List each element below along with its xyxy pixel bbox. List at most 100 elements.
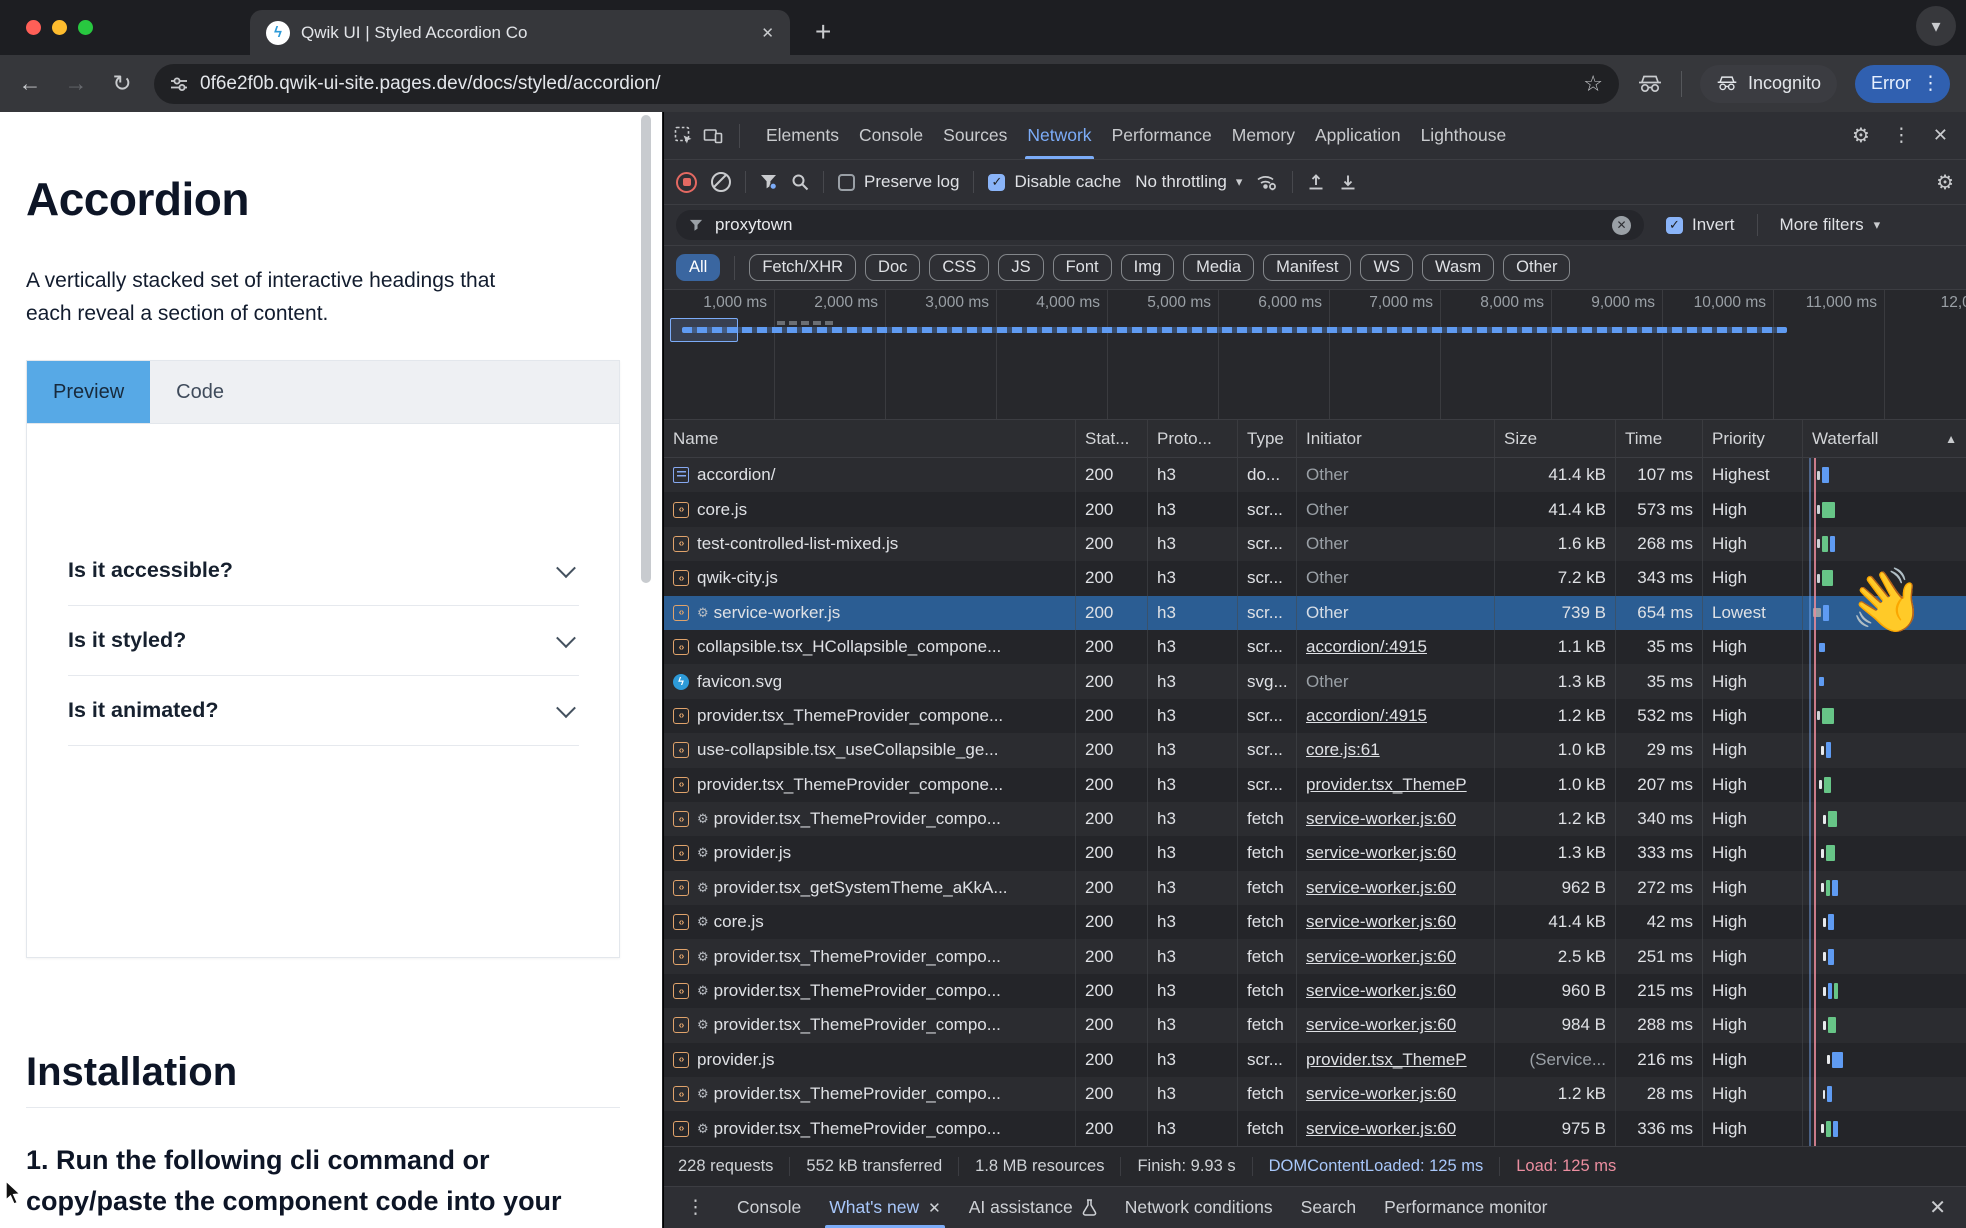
filter-chip-doc[interactable]: Doc xyxy=(865,254,920,281)
accordion-item-is-it-styled[interactable]: Is it styled? xyxy=(68,606,579,676)
col-name[interactable]: Name xyxy=(664,420,1076,457)
drawer-kebab-icon[interactable]: ⋮ xyxy=(676,1196,715,1219)
export-har-icon[interactable] xyxy=(1339,173,1357,191)
invert-checkbox[interactable]: ✓ xyxy=(1666,217,1683,234)
network-overview-timeline[interactable]: 1,000 ms2,000 ms3,000 ms4,000 ms5,000 ms… xyxy=(664,290,1966,420)
tab-close-icon[interactable]: ✕ xyxy=(761,24,774,42)
settings-gear-icon[interactable]: ⚙ xyxy=(1852,123,1870,148)
network-request-row[interactable]: ‹›collapsible.tsx_HCollapsible_compone..… xyxy=(664,630,1966,664)
request-initiator-text[interactable]: service-worker.js:60 xyxy=(1306,1084,1456,1104)
col-size[interactable]: Size xyxy=(1495,420,1616,457)
devtools-tab-network[interactable]: Network xyxy=(1017,112,1101,159)
clear-network-log-icon[interactable] xyxy=(711,172,731,192)
col-protocol[interactable]: Proto... xyxy=(1148,420,1238,457)
devtools-tab-lighthouse[interactable]: Lighthouse xyxy=(1411,112,1517,159)
devtools-tab-elements[interactable]: Elements xyxy=(756,112,849,159)
network-request-row[interactable]: ‹›⚙provider.tsx_ThemeProvider_compo...20… xyxy=(664,974,1966,1008)
network-request-row[interactable]: ‹›⚙provider.tsx_ThemeProvider_compo...20… xyxy=(664,1008,1966,1042)
browser-tab[interactable]: ϟ Qwik UI | Styled Accordion Co ✕ xyxy=(250,10,790,55)
filter-chip-ws[interactable]: WS xyxy=(1360,254,1413,281)
devtools-tab-performance[interactable]: Performance xyxy=(1102,112,1222,159)
tab-preview[interactable]: Preview xyxy=(27,361,150,423)
network-request-row[interactable]: ‹›core.js200h3scr...Other41.4 kB573 msHi… xyxy=(664,492,1966,526)
network-request-row[interactable]: ‹›⚙service-worker.js200h3scr...Other739 … xyxy=(664,596,1966,630)
url-text[interactable]: 0f6e2f0b.qwik-ui-site.pages.dev/docs/sty… xyxy=(200,73,1571,95)
network-request-row[interactable]: ‹›⚙provider.js200h3fetchservice-worker.j… xyxy=(664,836,1966,870)
tab-code[interactable]: Code xyxy=(150,361,250,423)
drawer-tab-ai-assistance[interactable]: AI assistance xyxy=(955,1187,1111,1228)
site-settings-icon[interactable] xyxy=(170,75,188,93)
col-priority[interactable]: Priority xyxy=(1703,420,1803,457)
request-initiator-text[interactable]: service-worker.js:60 xyxy=(1306,1015,1456,1035)
network-request-row[interactable]: ‹›⚙provider.tsx_getSystemTheme_aKkA...20… xyxy=(664,871,1966,905)
col-waterfall[interactable]: Waterfall ▲ xyxy=(1803,420,1966,457)
devtools-tab-application[interactable]: Application xyxy=(1305,112,1411,159)
reload-icon[interactable]: ↻ xyxy=(108,70,136,97)
request-initiator-text[interactable]: service-worker.js:60 xyxy=(1306,843,1456,863)
request-initiator-text[interactable]: provider.tsx_ThemeP xyxy=(1306,775,1467,795)
filter-chip-font[interactable]: Font xyxy=(1053,254,1112,281)
page-scrollbar-thumb[interactable] xyxy=(641,115,651,583)
request-initiator-text[interactable]: service-worker.js:60 xyxy=(1306,878,1456,898)
request-initiator-text[interactable]: provider.tsx_ThemeP xyxy=(1306,1050,1467,1070)
more-filters-dropdown[interactable]: More filters ▾ xyxy=(1780,215,1881,235)
request-initiator-text[interactable]: service-worker.js:60 xyxy=(1306,1119,1456,1139)
drawer-tab-console[interactable]: Console xyxy=(723,1187,815,1228)
network-request-row[interactable]: ‹›test-controlled-list-mixed.js200h3scr.… xyxy=(664,527,1966,561)
browser-menu-kebab-icon[interactable]: ⋮ xyxy=(1921,72,1940,95)
search-icon[interactable] xyxy=(791,173,809,191)
filter-chip-js[interactable]: JS xyxy=(998,254,1043,281)
incognito-profile-chip[interactable]: Incognito xyxy=(1700,65,1837,103)
filter-input[interactable]: proxytown ✕ xyxy=(676,210,1644,240)
request-initiator-text[interactable]: service-worker.js:60 xyxy=(1306,947,1456,967)
accordion-item-is-it-accessible[interactable]: Is it accessible? xyxy=(68,536,579,606)
filter-chip-all[interactable]: All xyxy=(676,254,720,281)
more-options-kebab-icon[interactable]: ⋮ xyxy=(1892,124,1911,147)
accordion-item-is-it-animated[interactable]: Is it animated? xyxy=(68,676,579,746)
request-initiator-text[interactable]: accordion/:4915 xyxy=(1306,637,1427,657)
network-request-row[interactable]: ‹›provider.tsx_ThemeProvider_compone...2… xyxy=(664,699,1966,733)
back-icon[interactable]: ← xyxy=(16,70,44,97)
bookmark-star-icon[interactable]: ☆ xyxy=(1583,71,1603,97)
minimize-window-button[interactable] xyxy=(52,20,67,35)
maximize-window-button[interactable] xyxy=(78,20,93,35)
request-initiator-text[interactable]: service-worker.js:60 xyxy=(1306,912,1456,932)
filter-chip-img[interactable]: Img xyxy=(1121,254,1175,281)
filter-chip-wasm[interactable]: Wasm xyxy=(1422,254,1494,281)
devtools-tab-sources[interactable]: Sources xyxy=(933,112,1017,159)
network-conditions-icon[interactable] xyxy=(1256,173,1278,191)
request-initiator-text[interactable]: accordion/:4915 xyxy=(1306,706,1427,726)
address-bar[interactable]: 0f6e2f0b.qwik-ui-site.pages.dev/docs/sty… xyxy=(154,64,1619,104)
disable-cache-control[interactable]: ✓ Disable cache xyxy=(988,172,1121,192)
preserve-log-checkbox[interactable] xyxy=(838,174,855,191)
filter-chip-manifest[interactable]: Manifest xyxy=(1263,254,1351,281)
network-request-row[interactable]: ‹›⚙provider.tsx_ThemeProvider_compo...20… xyxy=(664,1111,1966,1145)
filter-chip-media[interactable]: Media xyxy=(1183,254,1254,281)
throttling-select[interactable]: No throttling ▾ xyxy=(1135,172,1242,192)
devtools-tab-console[interactable]: Console xyxy=(849,112,933,159)
close-window-button[interactable] xyxy=(26,20,41,35)
clear-filter-icon[interactable]: ✕ xyxy=(1612,216,1631,235)
drawer-tab-search[interactable]: Search xyxy=(1287,1187,1370,1228)
network-request-row[interactable]: accordion/200h3do...Other41.4 kB107 msHi… xyxy=(664,458,1966,492)
col-status[interactable]: Stat... xyxy=(1076,420,1148,457)
device-toolbar-icon[interactable] xyxy=(703,127,723,145)
forward-icon[interactable]: → xyxy=(62,70,90,97)
drawer-tab-what-s-new[interactable]: What's new✕ xyxy=(815,1187,954,1228)
col-initiator[interactable]: Initiator xyxy=(1297,420,1495,457)
drawer-tab-network-conditions[interactable]: Network conditions xyxy=(1111,1187,1287,1228)
network-request-row[interactable]: ‹›provider.tsx_ThemeProvider_compone...2… xyxy=(664,768,1966,802)
request-initiator-text[interactable]: service-worker.js:60 xyxy=(1306,981,1456,1001)
drawer-tab-performance-monitor[interactable]: Performance monitor xyxy=(1370,1187,1561,1228)
inspect-element-icon[interactable] xyxy=(674,126,693,145)
network-request-row[interactable]: ‹›qwik-city.js200h3scr...Other7.2 kB343 … xyxy=(664,561,1966,595)
import-har-icon[interactable] xyxy=(1307,173,1325,191)
filter-chip-other[interactable]: Other xyxy=(1503,254,1570,281)
close-tab-icon[interactable]: ✕ xyxy=(928,1199,941,1217)
network-request-row[interactable]: ‹›⚙provider.tsx_ThemeProvider_compo...20… xyxy=(664,802,1966,836)
network-request-row[interactable]: ‹›⚙core.js200h3fetchservice-worker.js:60… xyxy=(664,905,1966,939)
network-request-row[interactable]: ‹›provider.js200h3scr...provider.tsx_The… xyxy=(664,1043,1966,1077)
disable-cache-checkbox[interactable]: ✓ xyxy=(988,174,1005,191)
col-time[interactable]: Time xyxy=(1616,420,1703,457)
tab-search-chevron-icon[interactable]: ▾ xyxy=(1916,6,1956,46)
